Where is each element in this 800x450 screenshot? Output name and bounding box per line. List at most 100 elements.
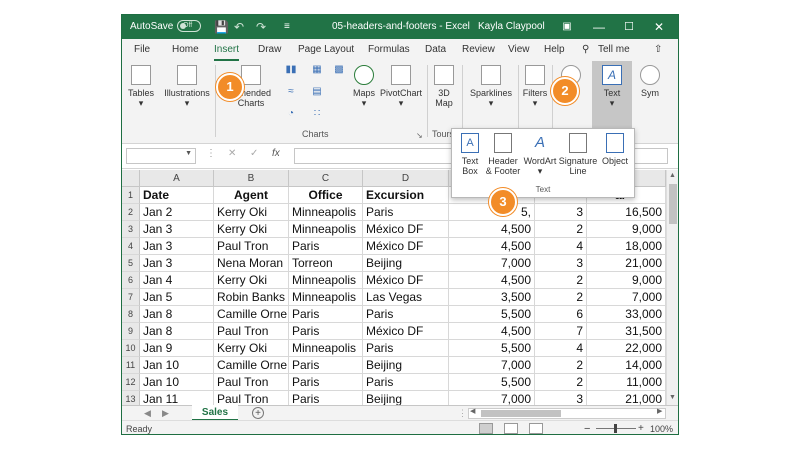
object-button[interactable]: Object [598,133,632,166]
hierarchy-chart-icon[interactable]: ▦ [306,65,328,75]
zoom-slider[interactable] [596,424,636,433]
cell-office[interactable]: Paris [289,374,363,391]
cell-office[interactable]: Minneapolis [289,272,363,289]
header-date[interactable]: Date [140,187,214,204]
page-layout-view-icon[interactable] [504,423,518,434]
cell-excursion[interactable]: Paris [363,340,449,357]
tab-help[interactable]: Help [544,39,565,61]
cell-agent[interactable]: Paul Tron [214,323,289,340]
cell-office[interactable]: Paris [289,323,363,340]
text-box-button[interactable]: A Text Box [456,133,484,176]
cell-office[interactable]: Minneapolis [289,204,363,221]
customize-qat-icon[interactable]: ≡ [284,15,290,39]
tell-me-search[interactable]: Tell me [598,39,630,61]
cell-excursion[interactable]: México DF [363,221,449,238]
zoom-in-icon[interactable]: + [638,421,644,434]
tab-page-layout[interactable]: Page Layout [298,39,354,61]
cell-total[interactable]: 21,000 [587,255,666,272]
cell-total[interactable]: 33,000 [587,306,666,323]
tables-button[interactable]: Tables ▾ [126,65,156,108]
row-header[interactable]: 9 [122,323,140,340]
column-header-b[interactable]: B [214,170,289,187]
tab-insert[interactable]: Insert [214,39,240,61]
horizontal-scrollbar[interactable]: ◀ ▶ [468,408,666,419]
add-sheet-icon[interactable]: + [252,407,264,419]
cell-agent[interactable]: Kerry Oki [214,204,289,221]
cell-excursion[interactable]: México DF [363,323,449,340]
zoom-slider-thumb[interactable] [614,424,617,433]
horizontal-scroll-thumb[interactable] [481,410,561,417]
cell-total[interactable]: 18,000 [587,238,666,255]
vertical-scroll-thumb[interactable] [669,184,677,224]
toggle-switch[interactable]: Off [177,20,201,33]
cell-excursion[interactable]: Paris [363,306,449,323]
maps-button[interactable]: Maps ▾ [350,65,378,108]
cell-price[interactable]: 5,500 [449,340,535,357]
line-chart-icon[interactable]: ≈ [280,87,302,97]
tab-formulas[interactable]: Formulas [368,39,410,61]
user-name[interactable]: Kayla Claypool [478,15,545,39]
cell-price[interactable]: 7,000 [449,255,535,272]
cell-qty[interactable]: 7 [535,323,587,340]
cell-agent[interactable]: Nena Moran [214,255,289,272]
cancel-icon[interactable]: ✕ [228,148,236,159]
row-header[interactable]: 3 [122,221,140,238]
cell-excursion[interactable]: Beijing [363,255,449,272]
scroll-left-icon[interactable]: ◀ [470,407,475,415]
tab-view[interactable]: View [508,39,530,61]
cell-date[interactable]: Jan 10 [140,374,214,391]
cell-date[interactable]: Jan 4 [140,272,214,289]
zoom-out-icon[interactable]: − [584,421,590,434]
cell-qty[interactable]: 2 [535,357,587,374]
cell-qty[interactable]: 4 [535,340,587,357]
cell-total[interactable]: 9,000 [587,272,666,289]
cell-qty[interactable]: 2 [535,221,587,238]
cell-agent[interactable]: Camille Orne [214,306,289,323]
sparklines-button[interactable]: Sparklines ▾ [468,65,514,108]
sheet-tab-sales[interactable]: Sales [192,405,238,421]
cell-price[interactable]: 4,500 [449,221,535,238]
row-header[interactable]: 4 [122,238,140,255]
scroll-down-icon[interactable]: ▼ [669,394,676,401]
header-footer-button[interactable]: Header & Footer [484,133,522,176]
select-all-corner[interactable] [122,170,140,187]
column-header-d[interactable]: D [363,170,449,187]
close-icon[interactable]: ✕ [644,15,674,39]
row-header[interactable]: 8 [122,306,140,323]
pie-chart-icon[interactable]: ◔ [280,109,302,119]
share-icon[interactable]: ⇧ [654,39,662,61]
cell-qty[interactable]: 4 [535,238,587,255]
header-agent[interactable]: Agent [214,187,289,204]
signature-line-button[interactable]: Signature Line [558,133,598,176]
cell-total[interactable]: 14,000 [587,357,666,374]
illustrations-button[interactable]: Illustrations ▾ [162,65,212,108]
cell-agent[interactable]: Kerry Oki [214,272,289,289]
cell-date[interactable]: Jan 3 [140,221,214,238]
insert-function-icon[interactable]: fx [272,148,280,159]
scatter-chart-icon[interactable]: ∷ [306,109,328,119]
cell-date[interactable]: Jan 8 [140,306,214,323]
tab-home[interactable]: Home [172,39,199,61]
tab-splitter-icon[interactable]: ⋮ [458,406,467,421]
cell-office[interactable]: Torreon [289,255,363,272]
cell-total[interactable]: 31,500 [587,323,666,340]
row-header[interactable]: 1 [122,187,140,204]
row-header[interactable]: 6 [122,272,140,289]
cell-qty[interactable]: 2 [535,289,587,306]
row-header[interactable]: 2 [122,204,140,221]
cell-price[interactable]: 5,500 [449,306,535,323]
column-header-a[interactable]: A [140,170,214,187]
enter-icon[interactable]: ✓ [250,148,258,159]
row-header[interactable]: 12 [122,374,140,391]
cell-excursion[interactable]: México DF [363,272,449,289]
column-header-c[interactable]: C [289,170,363,187]
name-box[interactable]: ▼ [126,148,196,164]
text-button[interactable]: A Text ▾ [592,65,632,108]
cell-price[interactable]: 4,500 [449,238,535,255]
waterfall-chart-icon[interactable]: ▩ [328,65,350,75]
cell-office[interactable]: Paris [289,306,363,323]
search-icon[interactable]: ⚲ [582,39,589,61]
wordart-button[interactable]: A WordArt ▾ [522,133,558,176]
page-break-view-icon[interactable] [529,423,543,434]
symbols-button[interactable]: Sym [632,65,668,98]
